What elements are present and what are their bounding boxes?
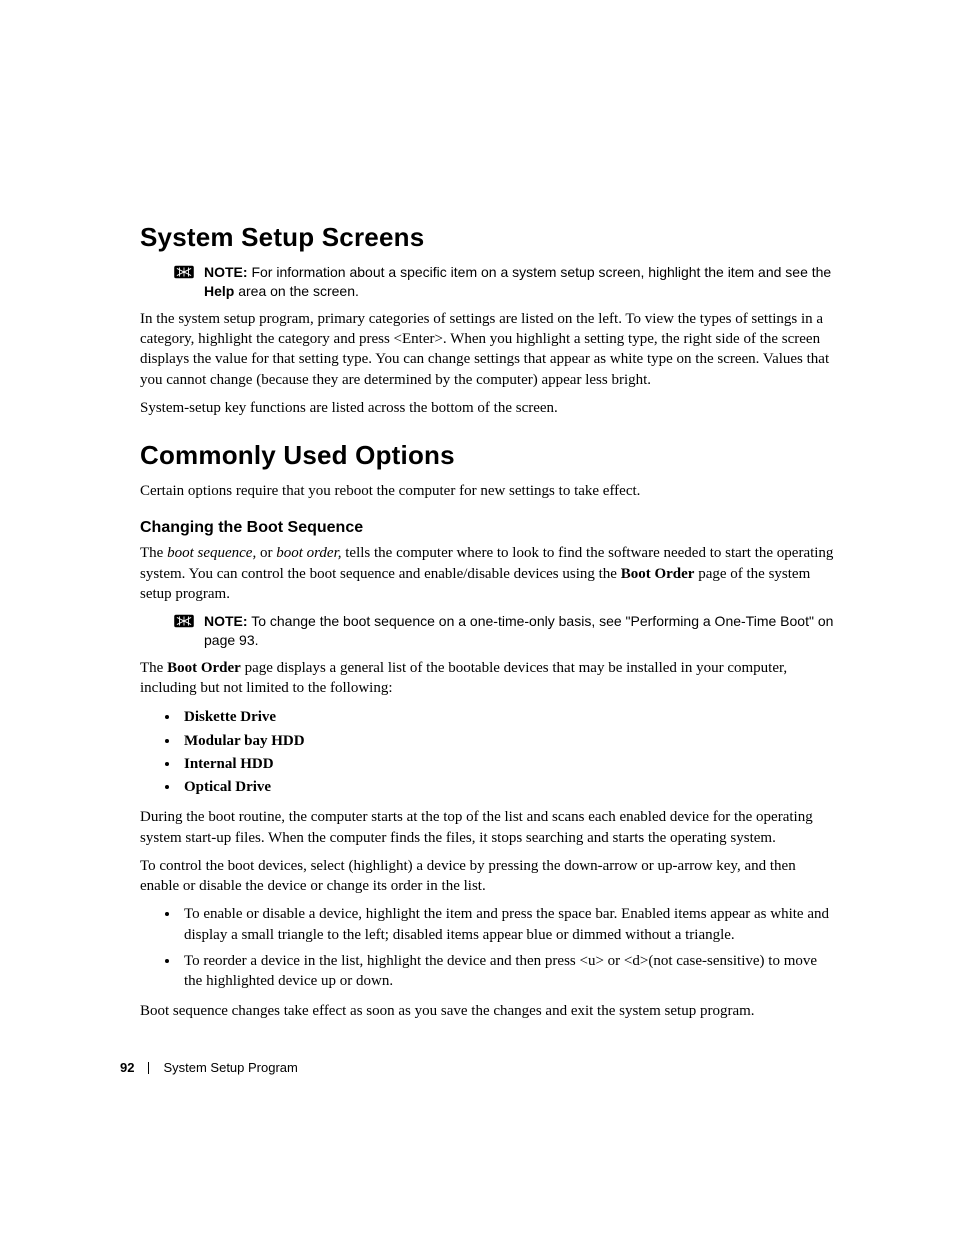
instruction-item: To reorder a device in the list, highlig… [180,951,834,992]
note-2: NOTE: To change the boot sequence on a o… [174,612,834,650]
note-label: NOTE: [204,264,248,280]
page-number: 92 [120,1060,134,1075]
device-item: Diskette Drive [180,706,834,729]
note-1: NOTE: For information about a specific i… [174,263,834,301]
para-5: The Boot Order page displays a general l… [140,658,834,699]
device-item: Internal HDD [180,753,834,776]
device-item: Optical Drive [180,776,834,799]
note-1-text: NOTE: For information about a specific i… [204,263,834,301]
heading-commonly-used-options: Commonly Used Options [140,440,834,471]
document-page: System Setup Screens NOTE: For informati… [0,0,954,1235]
device-list: Diskette Drive Modular bay HDD Internal … [140,706,834,799]
p4-italic-1: boot sequence, [167,545,256,561]
para-8: Boot sequence changes take effect as soo… [140,1001,834,1021]
footer-section-title: System Setup Program [163,1060,297,1075]
p5-bold: Boot Order [167,660,241,676]
p4-a: The [140,545,167,561]
para-6: During the boot routine, the computer st… [140,807,834,848]
para-4: The boot sequence, or boot order, tells … [140,543,834,604]
para-3: Certain options require that you reboot … [140,481,834,501]
para-2: System-setup key functions are listed ac… [140,398,834,418]
note-label: NOTE: [204,613,248,629]
note-1-body-a: For information about a specific item on… [248,264,832,280]
note-icon [174,613,194,629]
footer-separator [148,1062,149,1074]
note-icon [174,264,194,280]
note-1-body-b: area on the screen. [234,283,359,299]
p4-bold: Boot Order [621,566,695,582]
subheading-changing-boot-sequence: Changing the Boot Sequence [140,519,834,537]
note-1-help-word: Help [204,283,234,299]
para-7: To control the boot devices, select (hig… [140,856,834,897]
page-footer: 92 System Setup Program [120,1060,298,1075]
p4-b: or [256,545,276,561]
instruction-item: To enable or disable a device, highlight… [180,904,834,945]
note-2-text: NOTE: To change the boot sequence on a o… [204,612,834,650]
heading-system-setup-screens: System Setup Screens [140,222,834,253]
para-1: In the system setup program, primary cat… [140,309,834,390]
p4-italic-2: boot order, [276,545,341,561]
p5-a: The [140,660,167,676]
instruction-list: To enable or disable a device, highlight… [140,904,834,991]
device-item: Modular bay HDD [180,730,834,753]
note-2-body: To change the boot sequence on a one-tim… [204,613,833,648]
